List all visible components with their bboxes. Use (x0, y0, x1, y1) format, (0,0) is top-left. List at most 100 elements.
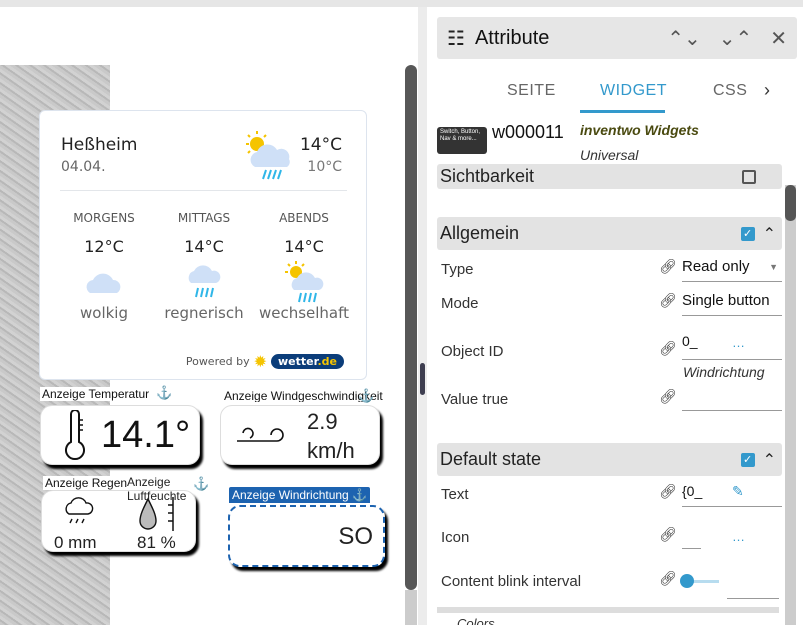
widget-label-rain: Anzeige Regen (43, 476, 129, 490)
widget-thumbnail: Switch, Button, Nav & more... (437, 127, 487, 154)
colors-divider (437, 607, 779, 613)
canvas-scroll-track (405, 590, 417, 625)
object-id-input[interactable]: 0_ … (682, 333, 782, 360)
wind-speed-unit: km/h (307, 438, 355, 463)
period-temp: 14°C (184, 237, 224, 256)
object-id-value: 0_ (682, 333, 698, 349)
weather-widget[interactable]: Heßheim 04.04. 14°C 10°C MORGENS 12°C wo… (39, 110, 367, 380)
period-desc: wechselhaft (258, 304, 350, 322)
link-icon[interactable]: 🔗︎ (659, 292, 677, 309)
period-label: MITTAGS (177, 211, 231, 225)
blink-interval-input[interactable] (727, 575, 779, 599)
chevron-up-icon[interactable]: ⌃ (763, 224, 776, 244)
link-icon[interactable]: 🔗︎ (659, 483, 677, 500)
icon-input[interactable] (682, 525, 701, 549)
wind-direction-widget[interactable]: SO (228, 505, 385, 567)
link-icon[interactable]: 🔗︎ (659, 258, 677, 275)
active-tab-indicator (580, 110, 665, 113)
row-icon-label: Icon (441, 529, 470, 546)
tab-seite[interactable]: SEITE (507, 82, 556, 100)
top-bar (0, 0, 803, 7)
section-general[interactable]: Allgemein ✓ ⌃ (437, 217, 782, 250)
widget-label-humidity: Anzeige Luftfeuchte (127, 475, 187, 503)
chevron-up-icon[interactable]: ⌃ (763, 450, 776, 470)
section-default-state[interactable]: Default state ✓ ⌃ (437, 443, 782, 476)
rain-value: 0 mm (54, 533, 97, 552)
period-desc: wolkig (80, 304, 128, 322)
type-value: Read only (682, 258, 750, 275)
text-input[interactable]: {0_ ✎ (682, 483, 782, 507)
expand-icon[interactable]: ⌃⌄ (667, 26, 701, 51)
browse-button[interactable]: … (732, 335, 745, 350)
value-true-input[interactable] (682, 387, 782, 411)
weather-date: 04.04. (61, 159, 106, 175)
row-blink-label: Content blink interval (441, 573, 582, 590)
period-temp: 12°C (84, 237, 124, 256)
panel-scrollbar[interactable] (785, 185, 796, 221)
link-icon[interactable]: 🔗︎ (659, 526, 677, 543)
row-object-id-label: Object ID (441, 343, 504, 360)
sun-rain-cloud-icon (243, 129, 293, 185)
panel-splitter[interactable] (418, 7, 427, 625)
wetter-logo[interactable]: wetter.de (271, 354, 344, 369)
wind-speed-widget[interactable]: 2.9 km/h (220, 405, 380, 465)
tab-widget[interactable]: WIDGET (600, 82, 667, 100)
period-label: ABENDS (279, 211, 329, 225)
close-icon[interactable]: ✕ (770, 26, 787, 51)
chevron-right-icon[interactable]: › (764, 80, 770, 101)
wind-speed-value: 2.9 (307, 409, 338, 434)
rain-cloud-icon (62, 495, 94, 530)
general-checkbox[interactable]: ✓ (740, 226, 755, 241)
wind-direction-value: SO (338, 523, 373, 550)
period-desc: regnerisch (164, 304, 244, 322)
sun-rain-cloud-icon (254, 260, 354, 304)
pencil-icon[interactable]: ✎ (732, 483, 744, 500)
canvas-scrollbar[interactable] (405, 65, 417, 590)
anchor-icon[interactable]: ⚓ (193, 476, 209, 492)
widget-label-wind-direction: Anzeige Windrichtung ⚓ (229, 487, 371, 503)
tab-css[interactable]: CSS (713, 82, 747, 100)
dropdown-arrow-icon: ▼ (769, 262, 778, 272)
section-visibility[interactable]: Sichtbarkeit (437, 164, 782, 189)
link-icon[interactable]: 🔗︎ (659, 570, 677, 587)
default-state-checkbox[interactable]: ✓ (740, 452, 755, 467)
mode-select[interactable]: Single button (682, 292, 782, 316)
visibility-checkbox[interactable] (742, 169, 756, 184)
rain-cloud-icon (154, 260, 254, 304)
period-midday: MITTAGS 14°C regnerisch (154, 211, 254, 322)
row-type-label: Type (441, 261, 474, 278)
weather-temp-max: 14°C (299, 135, 342, 155)
row-text-label: Text (441, 486, 469, 503)
wind-direction-label-text: Anzeige Windrichtung (232, 488, 349, 502)
widget-id: w000011 (492, 122, 564, 142)
blink-slider-thumb[interactable] (680, 574, 694, 588)
panel-scroll-track (785, 185, 796, 625)
splitter-handle[interactable] (420, 363, 425, 395)
colors-subsection[interactable]: Colors (457, 616, 495, 625)
panel-title: Attribute (474, 26, 550, 49)
period-label: MORGENS (73, 211, 135, 225)
sun-icon: ✹ (253, 352, 268, 371)
panel-header: ☷ Attribute ⌃⌄ ⌄⌃ ✕ (437, 17, 797, 59)
link-icon[interactable]: 🔗︎ (659, 388, 677, 405)
thermometer-icon (62, 409, 88, 467)
wind-icon (235, 422, 285, 453)
attribute-panel: ☷ Attribute ⌃⌄ ⌄⌃ ✕ SEITE WIDGET CSS › S… (427, 7, 803, 625)
humidity-value: 81 % (137, 533, 176, 552)
period-evening: ABENDS 14°C wechselhaft (254, 211, 354, 322)
period-morning: MORGENS 12°C wolkig (54, 211, 154, 322)
type-select[interactable]: Read only ▼ (682, 258, 782, 282)
widget-set: inventwo Widgets (580, 122, 699, 138)
row-mode-label: Mode (441, 295, 479, 312)
temperature-widget[interactable]: 14.1° (40, 405, 200, 465)
powered-by: Powered by ✹ wetter.de (186, 352, 344, 371)
link-icon[interactable]: 🔗︎ (659, 340, 677, 357)
divider (60, 190, 347, 191)
temperature-value: 14.1° (101, 414, 191, 456)
anchor-icon[interactable]: ⚓ (358, 388, 374, 404)
cloud-icon (54, 260, 154, 304)
collapse-icon[interactable]: ⌄⌃ (719, 26, 753, 51)
browse-button[interactable]: … (732, 529, 745, 544)
section-title: Sichtbarkeit (440, 166, 535, 186)
anchor-icon[interactable]: ⚓ (156, 385, 172, 401)
